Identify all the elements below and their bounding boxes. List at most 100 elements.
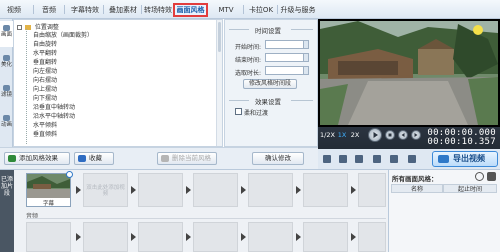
confirm-edit-button[interactable]: 确认修改 [252,152,304,165]
tree-line [26,29,27,144]
added-clips-tab[interactable]: 已添加片段 [0,170,14,252]
settings-icon[interactable] [390,155,398,163]
nav-animation[interactable]: 动画 [0,111,13,137]
list-item[interactable]: 垂直翻转 [33,57,57,66]
col-header-name[interactable]: 名称 [391,184,443,193]
start-time-label: 开始时间: [235,44,262,51]
style-effect-list[interactable]: 位置调整 自由缩放（画面裁剪） 自由旋转 水平翻转 垂直翻转 向左摆动 向右摆动… [13,19,223,147]
clip-close-icon[interactable] [66,171,73,178]
list-item[interactable]: 向左摆动 [33,66,57,75]
tab-karaoke[interactable]: 卡拉OK [246,3,276,17]
empty-slot[interactable] [193,222,238,252]
prev-frame-icon [401,133,405,137]
add-style-label: 添加风格效果 [19,154,58,162]
start-time-field[interactable] [265,40,309,49]
effect-settings-title: 效果设置 [255,98,281,106]
tab-upgrade-service[interactable]: 升级与服务 [279,3,317,17]
empty-slot[interactable] [303,173,348,207]
empty-slot[interactable]: 双击此处添加视频 [83,173,128,207]
export-icon [438,155,449,163]
timeline-clip[interactable]: 字幕 [26,171,73,207]
tab-audio[interactable]: 音频 [38,3,60,17]
image-icon[interactable] [355,155,363,163]
list-item[interactable]: 自由缩放（画面裁剪） [33,30,93,39]
tab-overlay-materials[interactable]: 叠加素材 [106,3,140,17]
empty-slot[interactable] [193,173,238,207]
next-frame-button[interactable] [411,130,421,140]
prev-frame-button[interactable] [398,130,408,140]
empty-slot[interactable] [358,173,386,207]
speed-half[interactable]: 1/2X [320,130,335,140]
arrow-icon [76,233,81,241]
list-item[interactable]: 向下摆动 [33,93,57,102]
export-label: 导出视频 [453,154,485,163]
list-item[interactable]: 垂直倾斜 [33,129,57,138]
stop-button[interactable] [385,130,395,140]
nav-filter[interactable]: 滤镜 [0,81,13,107]
video-icon[interactable] [323,155,331,163]
delete-style-button[interactable]: 删除当前风格 [157,152,217,165]
tab-mtv[interactable]: MTV [212,3,240,17]
picture-icon [3,25,10,31]
spin-buttons[interactable] [303,67,308,74]
add-style-button[interactable]: 添加风格效果 [4,152,70,165]
arrow-icon [186,186,191,194]
export-video-button[interactable]: 导出视频 [432,151,498,167]
speed-1x[interactable]: 1X [336,130,348,140]
scroll-thumb[interactable] [218,22,221,52]
star-icon [78,155,86,162]
end-time-field[interactable] [265,53,309,62]
empty-slot[interactable] [138,222,183,252]
nav-label: 动画 [0,122,12,128]
duration-field[interactable] [265,66,309,75]
arrow-icon [186,233,191,241]
tab-subtitle-effects[interactable]: 字幕特效 [68,3,102,17]
fade-checkbox[interactable] [235,108,242,115]
list-item[interactable]: 水平倾斜 [33,120,57,129]
delete-style-label: 删除当前风格 [172,154,211,162]
list-item[interactable]: 向上摆动 [33,84,57,93]
empty-slot[interactable] [303,222,348,252]
style-action-bar: 添加风格效果 收藏 删除当前风格 确认修改 [0,147,318,169]
list-item[interactable]: 沿垂直中轴转动 [33,102,75,111]
arrow-icon [241,233,246,241]
col-header-time[interactable]: 起止时间 [443,184,497,193]
tab-picture-style[interactable]: 画面风格 [173,3,208,17]
spin-buttons[interactable] [303,41,308,48]
empty-slot[interactable] [138,173,183,207]
add-icon [8,155,16,162]
list-item[interactable]: 沿水平中轴转动 [33,111,75,120]
nav-picture[interactable]: 画面 [0,21,13,47]
empty-slot[interactable] [26,222,71,252]
list-item[interactable]: 自由旋转 [33,39,57,48]
arrow-icon [131,186,136,194]
tab-transitions[interactable]: 转场特效 [143,3,173,17]
speed-2x[interactable]: 2X [349,130,361,140]
empty-slot[interactable] [248,222,293,252]
list-item[interactable]: 水平翻转 [33,48,57,57]
clip-label: 字幕 [42,201,54,207]
play-button[interactable] [368,128,382,142]
all-styles-title: 所有画面风格： [392,175,438,183]
tab-video[interactable]: 视频 [2,3,26,17]
time-settings-title: 时间设置 [255,27,281,35]
list-scrollbar[interactable] [216,20,222,146]
help-icon[interactable] [475,172,484,181]
video-preview[interactable] [318,19,500,127]
clip-thumbnail [27,174,70,198]
list-item[interactable]: 向右摆动 [33,75,57,84]
fullscreen-icon[interactable] [408,155,416,163]
delete-icon[interactable] [487,172,496,181]
arrow-icon [351,186,356,194]
nav-beautify[interactable]: 美化 [0,51,13,77]
end-time-label: 结束时间: [235,57,262,64]
save-icon[interactable] [373,155,381,163]
spin-buttons[interactable] [303,54,308,61]
empty-slot[interactable] [248,173,293,207]
empty-slot[interactable] [83,222,128,252]
empty-slot[interactable] [358,222,386,252]
edit-time-button[interactable]: 修改风格时间段 [243,79,297,89]
folder-icon[interactable] [339,155,347,163]
favorite-button[interactable]: 收藏 [74,152,114,165]
collapse-icon[interactable] [17,25,22,30]
